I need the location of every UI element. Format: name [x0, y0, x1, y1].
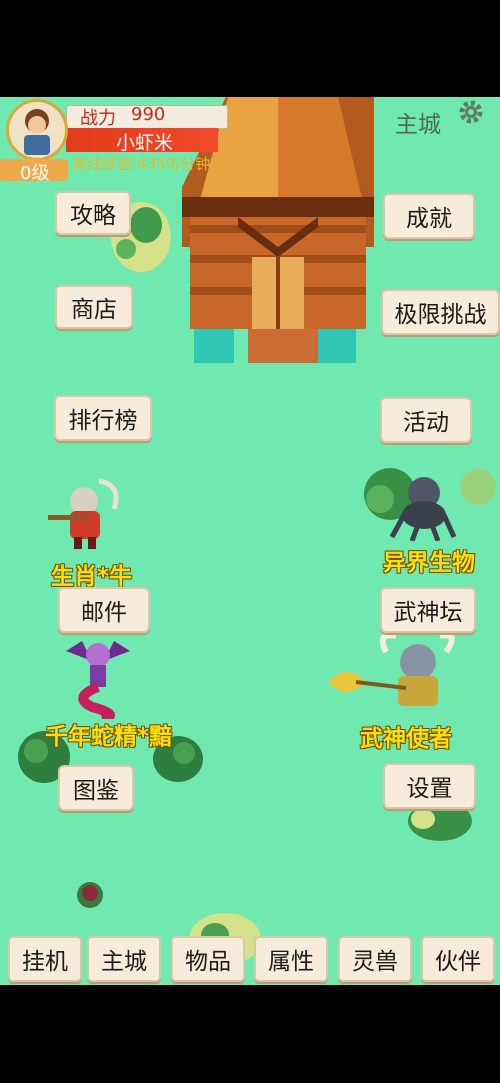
ranking-button[interactable]: 排行榜 — [54, 395, 152, 441]
player-name: 小虾米 — [116, 132, 174, 154]
location-title: 主城 — [395, 112, 441, 138]
extreme-challenge-button[interactable]: 极限挑战 — [381, 289, 500, 335]
mail-button[interactable]: 邮件 — [58, 587, 150, 633]
nav-partner[interactable]: 伙伴 — [421, 936, 495, 982]
avatar — [24, 109, 50, 155]
nav-main-city[interactable]: 主城 — [87, 936, 161, 982]
gear-icon[interactable] — [458, 99, 484, 125]
player-level: 0级 — [20, 163, 50, 184]
nav-items[interactable]: 物品 — [171, 936, 245, 982]
encyclopedia-button[interactable]: 图鉴 — [58, 765, 134, 811]
game-scene: 生肖*牛 千年蛇精*黯 异界生物 武神使者 攻略 商店 排行榜 邮件 图鉴 成就… — [0, 97, 500, 985]
player-panel[interactable]: 战力 990 小虾米 离线经验:4350/分钟 0级 — [0, 97, 240, 184]
war-god-envoy-label[interactable]: 武神使者 — [360, 719, 452, 753]
settings-button[interactable]: 设置 — [383, 763, 476, 809]
power-value: 990 — [131, 104, 166, 125]
war-god-envoy-sprite[interactable] — [326, 632, 470, 718]
zodiac-ox-sprite[interactable] — [44, 477, 126, 551]
nav-idle[interactable]: 挂机 — [8, 936, 82, 982]
nav-attributes[interactable]: 属性 — [254, 936, 328, 982]
nav-spirit-beast[interactable]: 灵兽 — [338, 936, 412, 982]
snake-demon-label[interactable]: 千年蛇精*黯 — [45, 717, 172, 751]
bottom-nav: 挂机 主城 物品 属性 灵兽 伙伴 — [0, 932, 500, 986]
flower-decoration — [77, 882, 103, 908]
alien-creature-sprite[interactable] — [388, 471, 458, 541]
altar-button[interactable]: 武神坛 — [380, 587, 476, 633]
achievement-button[interactable]: 成就 — [383, 193, 475, 239]
strategy-button[interactable]: 攻略 — [55, 191, 131, 235]
alien-creature-label[interactable]: 异界生物 — [383, 543, 475, 577]
shop-button[interactable]: 商店 — [55, 285, 133, 329]
offline-exp: 离线经验:4350/分钟 — [72, 155, 211, 173]
activity-button[interactable]: 活动 — [380, 397, 472, 443]
power-label: 战力 — [80, 108, 116, 129]
snake-demon-sprite[interactable] — [62, 635, 134, 719]
zodiac-ox-label[interactable]: 生肖*牛 — [51, 557, 132, 591]
